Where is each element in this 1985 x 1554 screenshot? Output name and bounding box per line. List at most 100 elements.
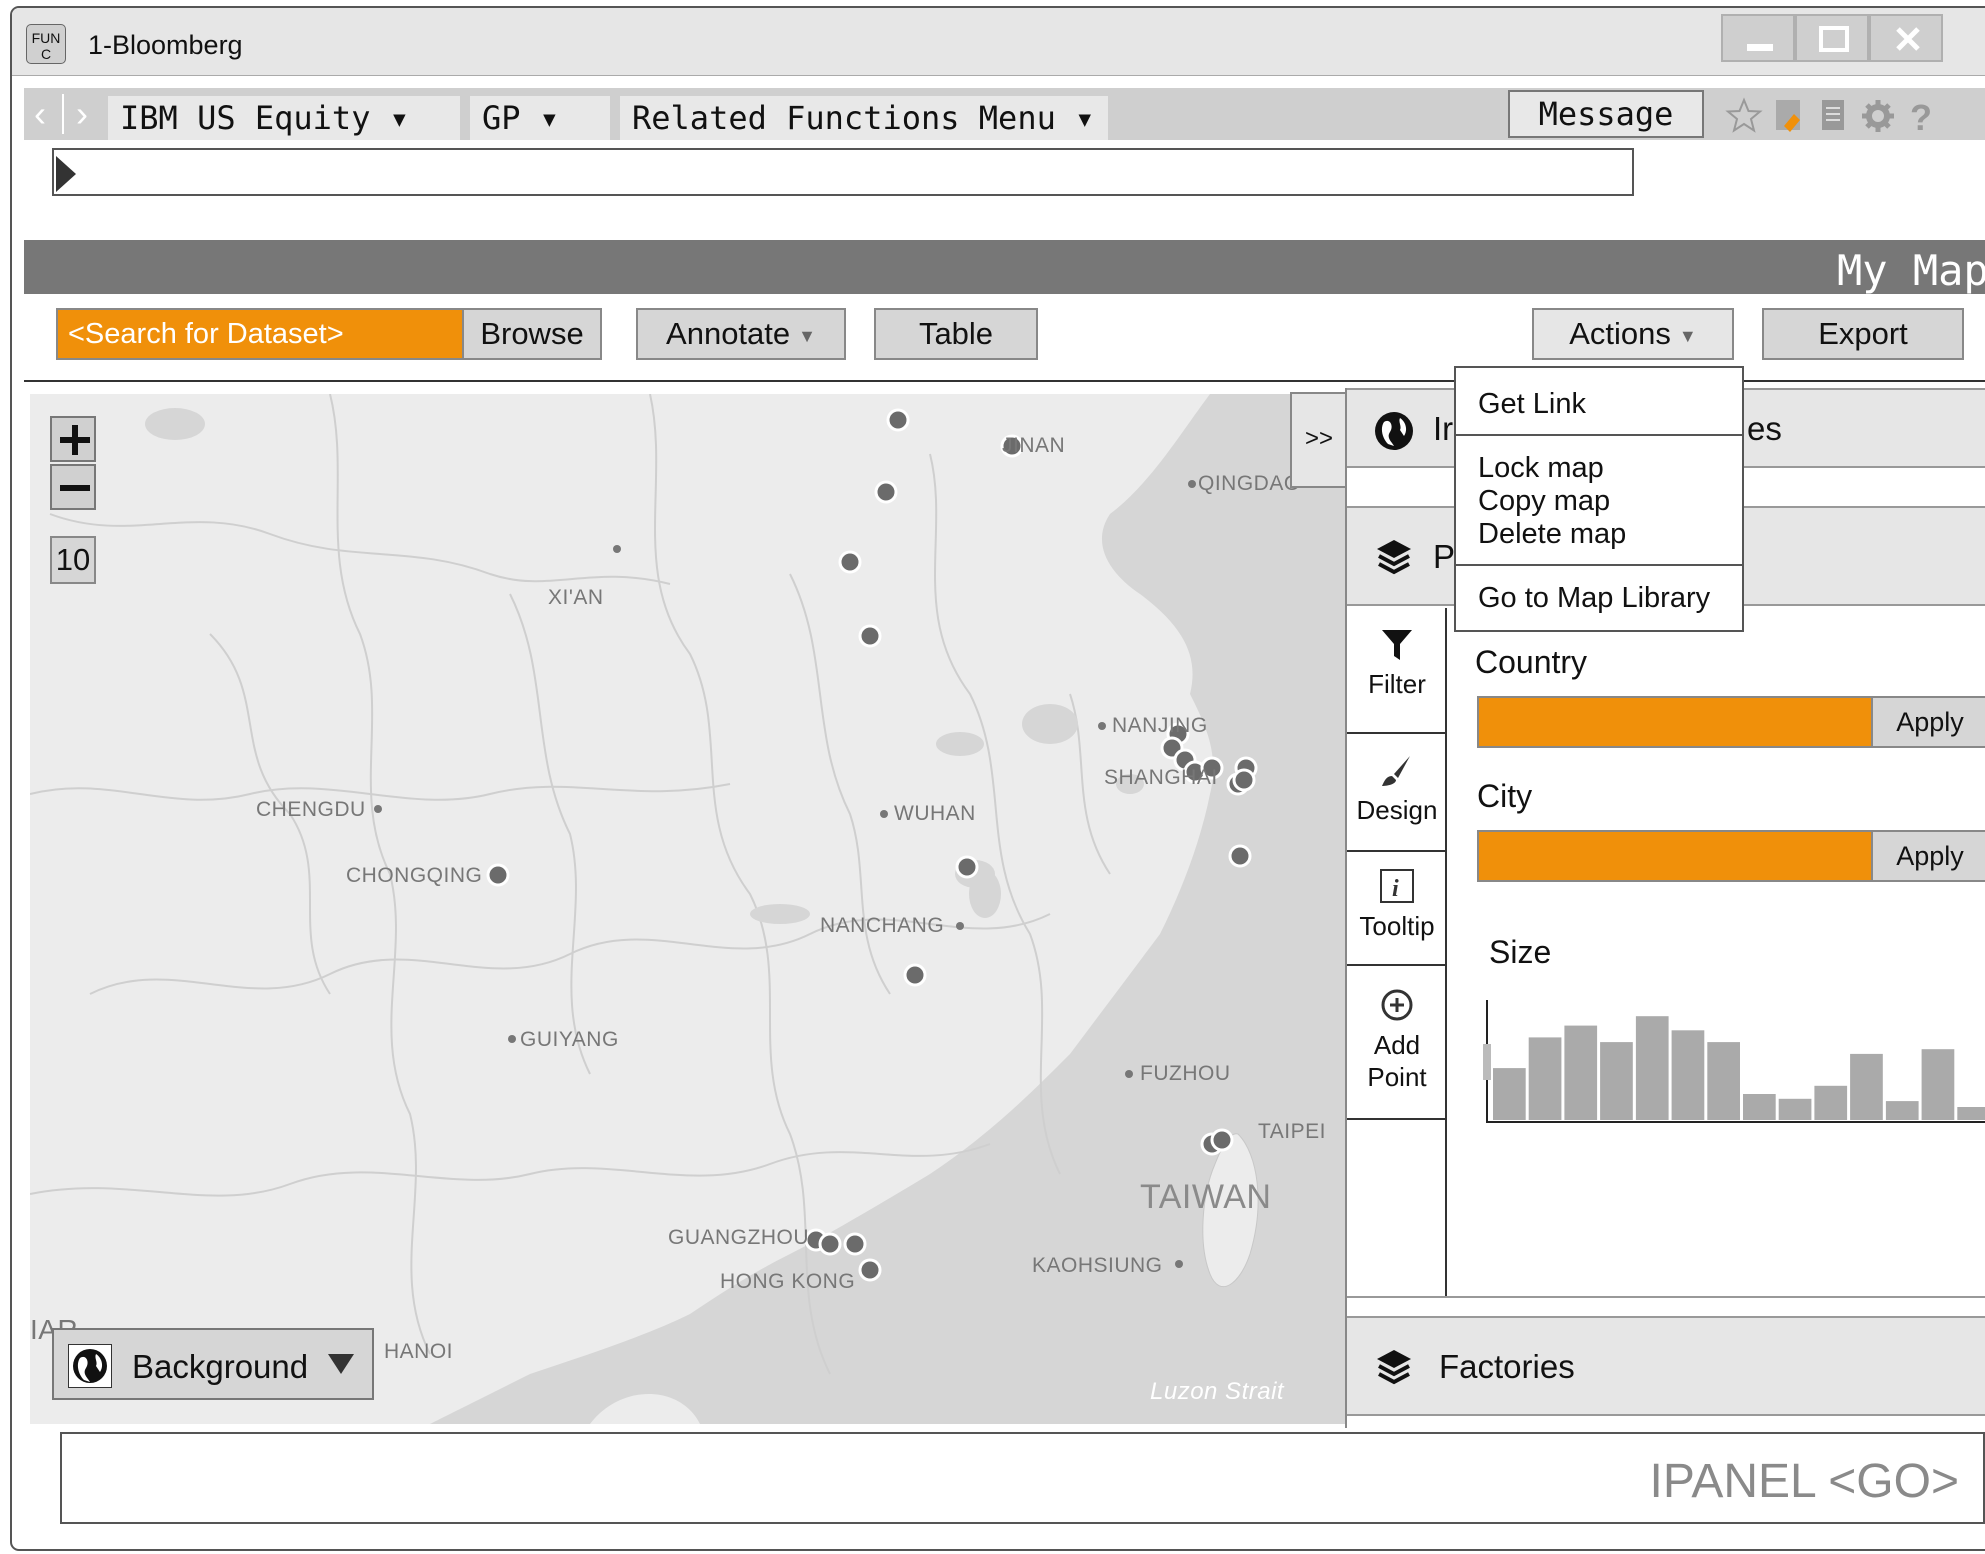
histogram-bar <box>1707 1042 1740 1120</box>
histogram-bar <box>1493 1068 1526 1120</box>
table-button[interactable]: Table <box>874 308 1038 360</box>
triangle-down-icon <box>328 1354 354 1374</box>
bloomberg-window: FUN C 1-Bloomberg ‹ › IBM US Equity ▾ GP… <box>10 6 1985 1551</box>
ipanel-bar[interactable]: IPANEL <GO> <box>60 1432 1985 1524</box>
section-header: My Maps <box>24 240 1985 295</box>
svg-text:?: ? <box>1910 97 1932 136</box>
globe-icon <box>68 1344 112 1388</box>
histogram-bar <box>1885 1101 1919 1120</box>
close-icon <box>1896 27 1920 51</box>
city-label-jinan: JINAN <box>1002 434 1066 457</box>
globe-icon <box>1375 412 1413 450</box>
side-tabs: Filter Design i Tooltip Add Point <box>1347 608 1447 1298</box>
histogram-bar <box>1635 1016 1669 1120</box>
menu-separator <box>1456 434 1742 436</box>
country-apply-button[interactable]: Apply <box>1871 696 1985 748</box>
menu-item-go-library[interactable]: Go to Map Library <box>1478 582 1710 615</box>
histogram-bar <box>1528 1037 1562 1120</box>
chevron-down-icon: ▾ <box>1075 99 1095 137</box>
background-label: Background <box>132 1348 309 1385</box>
city-label-fuzhou: FUZHOU <box>1140 1062 1231 1085</box>
tab-add-point[interactable]: Add Point <box>1347 966 1447 1120</box>
related-functions-dropdown[interactable]: Related Functions Menu ▾ <box>620 96 1108 140</box>
export-button[interactable]: Export <box>1762 308 1964 360</box>
histogram-bars <box>1493 1016 1985 1120</box>
city-label-chengdu: CHENGDU <box>256 798 366 821</box>
city-label-hong-kong: HONG KONG <box>720 1270 856 1293</box>
annotate-button[interactable]: Annotate ▼ <box>636 308 846 360</box>
nav-divider <box>62 94 64 134</box>
maximize-button[interactable] <box>1795 14 1869 62</box>
security-label: IBM US Equity <box>120 99 371 137</box>
menu-item-delete-map[interactable]: Delete map <box>1478 518 1626 551</box>
collapse-panel-button[interactable]: >> <box>1290 392 1348 488</box>
help-icon[interactable]: ? <box>1900 96 1940 136</box>
actions-button[interactable]: Actions ▼ <box>1532 308 1734 360</box>
title-bar: FUN C 1-Bloomberg <box>12 8 1985 76</box>
city-label-taipei: TAIPEI <box>1258 1120 1326 1143</box>
tab-tooltip-label: Tooltip <box>1359 911 1435 941</box>
star-icon[interactable] <box>1724 96 1764 136</box>
forward-arrow-icon[interactable]: › <box>76 96 88 132</box>
minimize-icon <box>1747 44 1773 51</box>
tab-design[interactable]: Design <box>1347 734 1447 852</box>
chevron-down-icon: ▼ <box>1678 325 1697 346</box>
tab-tooltip[interactable]: i Tooltip <box>1347 852 1447 966</box>
city-filter-input[interactable] <box>1477 830 1873 882</box>
tab-filter-label: Filter <box>1368 669 1426 699</box>
city-label-xian: XI'AN <box>548 586 604 609</box>
brush-icon <box>1382 756 1410 786</box>
layer-header-factories[interactable]: Factories <box>1347 1316 1985 1416</box>
minimize-button[interactable] <box>1721 14 1795 62</box>
actions-menu: Get Link Lock map Copy map Delete map Go… <box>1454 366 1744 632</box>
zoom-in-button[interactable] <box>50 416 96 462</box>
histogram-bar <box>1957 1107 1985 1120</box>
chevron-down-icon: ▼ <box>798 325 816 346</box>
menu-item-lock-map[interactable]: Lock map <box>1478 452 1604 485</box>
menu-separator <box>1456 564 1742 566</box>
city-apply-button[interactable]: Apply <box>1871 830 1985 882</box>
info-icon: i <box>1380 869 1414 903</box>
function-dropdown[interactable]: GP ▾ <box>470 96 610 140</box>
tab-design-label: Design <box>1356 795 1438 825</box>
zoom-out-button[interactable] <box>50 464 96 510</box>
document-icon[interactable] <box>1814 96 1854 136</box>
layer-2-label: P <box>1433 538 1456 575</box>
ipanel-text: IPANEL <GO> <box>1649 1455 1959 1508</box>
city-label-kaohsiung: KAOHSIUNG <box>1032 1254 1163 1277</box>
close-button[interactable] <box>1869 14 1943 62</box>
size-histogram[interactable] <box>1477 990 1985 1130</box>
histogram-bar <box>1814 1085 1848 1120</box>
histogram-bar <box>1564 1025 1598 1120</box>
histogram-bar <box>1600 1042 1633 1120</box>
back-arrow-icon[interactable]: ‹ <box>34 96 46 132</box>
tab-filter[interactable]: Filter <box>1347 608 1447 734</box>
range-handle-left[interactable] <box>1483 1044 1491 1080</box>
city-label-guiyang: GUIYANG <box>520 1028 619 1051</box>
related-label: Related Functions Menu <box>632 99 1056 137</box>
map-view[interactable]: JINAN QINGDAO XI'AN NANJING SHANGHAI CHE… <box>30 394 1348 1424</box>
menu-item-get-link[interactable]: Get Link <box>1478 388 1586 421</box>
chevron-down-icon: ▾ <box>389 99 409 137</box>
dataset-search-input[interactable]: <Search for Dataset> <box>56 308 464 360</box>
message-button[interactable]: Message <box>1508 90 1704 138</box>
histogram-bar <box>1850 1053 1883 1120</box>
background-selector[interactable]: Background <box>52 1328 374 1400</box>
layers-icon <box>1377 540 1411 575</box>
edit-note-icon[interactable] <box>1770 96 1810 136</box>
panel-divider <box>1347 1296 1985 1298</box>
city-label-chongqing: CHONGQING <box>346 864 483 887</box>
add-circle-icon <box>1381 989 1413 1021</box>
browse-button[interactable]: Browse <box>462 308 602 360</box>
city-label-qingdao: QINGDAO <box>1198 472 1301 495</box>
filter-icon <box>1382 630 1412 660</box>
layers-icon <box>1377 1350 1411 1385</box>
function-badge[interactable]: FUN C <box>26 24 66 64</box>
command-input[interactable] <box>52 148 1634 196</box>
security-dropdown[interactable]: IBM US Equity ▾ <box>108 96 460 140</box>
gear-icon[interactable] <box>1858 96 1898 136</box>
country-filter-input[interactable] <box>1477 696 1873 748</box>
layer-3-label: Factories <box>1439 1348 1575 1385</box>
svg-text:i: i <box>1392 876 1399 902</box>
menu-item-copy-map[interactable]: Copy map <box>1478 485 1610 518</box>
